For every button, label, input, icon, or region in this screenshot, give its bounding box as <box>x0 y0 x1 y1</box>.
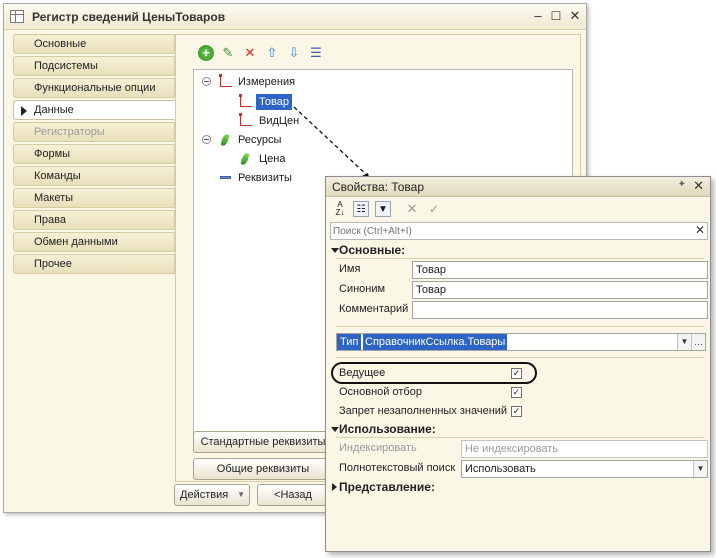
dashed-line <box>293 106 370 178</box>
properties-title-bar: Свойства: Товар ✦ ✕ <box>326 177 710 197</box>
fulltext-select[interactable]: Использовать <box>461 460 708 478</box>
type-dropdown-icon[interactable]: ▼ <box>677 334 691 350</box>
section-expanded-icon[interactable] <box>331 248 339 253</box>
synonym-label: Синоним <box>339 283 386 295</box>
fulltext-dropdown-icon[interactable]: ▼ <box>693 461 707 477</box>
deny-empty-checkbox[interactable]: ✓ <box>511 406 522 417</box>
section-divider <box>336 437 704 438</box>
fulltext-label: Полнотекстовый поиск <box>339 462 456 474</box>
type-value: СправочникСсылка.Товары <box>363 334 508 350</box>
filter-icon[interactable]: ▼ <box>375 201 391 217</box>
section-basic[interactable]: Основные: <box>339 243 405 257</box>
section-divider <box>336 326 704 327</box>
main-filter-checkbox[interactable]: ✓ <box>511 387 522 398</box>
comment-field[interactable] <box>412 301 708 319</box>
section-divider <box>336 258 704 259</box>
clear-search-icon[interactable]: ✕ <box>695 223 705 237</box>
section-collapsed-icon[interactable] <box>332 483 337 491</box>
section-divider <box>336 357 704 358</box>
type-select-icon[interactable]: … <box>691 334 705 350</box>
properties-toolbar: A Z↓ ☷ ▼ ✕ ✓ <box>326 198 710 220</box>
section-usage[interactable]: Использование: <box>339 422 436 436</box>
sort-alphabetical-icon[interactable]: A Z↓ <box>332 201 348 217</box>
search-input[interactable] <box>333 224 683 238</box>
section-expanded-icon[interactable] <box>331 427 339 432</box>
section-presentation[interactable]: Представление: <box>339 480 435 494</box>
close-icon[interactable]: ✕ <box>693 178 704 194</box>
properties-title: Свойства: Товар <box>332 180 425 194</box>
index-label: Индексировать <box>339 442 417 454</box>
synonym-field[interactable]: Товар <box>412 281 708 299</box>
name-label: Имя <box>339 263 361 275</box>
categories-icon[interactable]: ☷ <box>353 201 369 217</box>
highlight-oval <box>331 362 537 384</box>
properties-search: ✕ <box>330 222 708 240</box>
cancel-icon[interactable]: ✕ <box>404 201 420 217</box>
type-label: Тип <box>337 334 362 350</box>
name-field[interactable]: Товар <box>412 261 708 279</box>
deny-empty-label: Запрет незаполненных значений <box>339 405 508 417</box>
main-filter-label: Основной отбор <box>339 386 422 398</box>
index-select[interactable]: Не индексировать <box>461 440 708 458</box>
comment-label: Комментарий <box>339 303 409 315</box>
pin-icon[interactable]: ✦ <box>678 179 686 190</box>
accept-icon[interactable]: ✓ <box>426 201 442 217</box>
